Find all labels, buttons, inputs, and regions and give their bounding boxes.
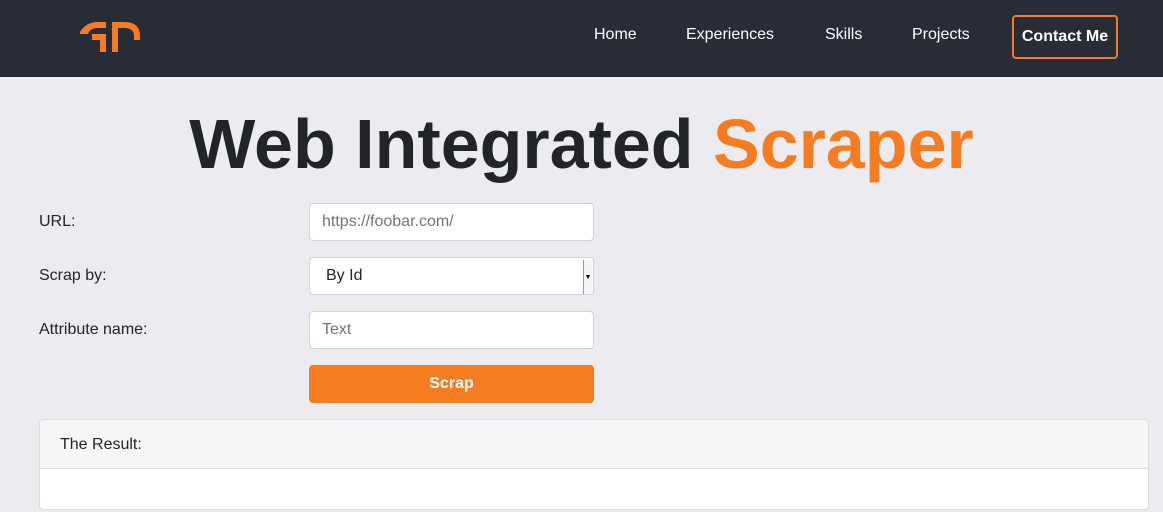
navbar: Home Experiences Skills Projects Contact… bbox=[0, 0, 1163, 77]
url-input[interactable] bbox=[309, 203, 594, 241]
nav-experiences[interactable]: Experiences bbox=[686, 25, 774, 45]
gp-logo-icon[interactable] bbox=[78, 20, 142, 54]
result-header: The Result: bbox=[40, 420, 1148, 469]
url-label: URL: bbox=[39, 213, 76, 230]
nav-home[interactable]: Home bbox=[594, 25, 637, 45]
attribute-name-input[interactable] bbox=[309, 311, 594, 349]
dropdown-arrow-icon[interactable]: ▼ bbox=[583, 260, 592, 294]
nav-skills[interactable]: Skills bbox=[825, 25, 862, 45]
attribute-name-label: Attribute name: bbox=[39, 321, 148, 338]
result-body bbox=[40, 469, 1148, 509]
scrap-by-selected-value: By Id bbox=[326, 267, 363, 284]
scrap-button[interactable]: Scrap bbox=[309, 365, 594, 403]
nav-projects[interactable]: Projects bbox=[912, 25, 970, 45]
contact-me-button[interactable]: Contact Me bbox=[1012, 15, 1118, 59]
scrap-by-select[interactable]: By Id ▼ bbox=[309, 257, 594, 295]
page-title-accent: Scraper bbox=[713, 105, 974, 183]
page-title-main: Web Integrated bbox=[189, 105, 714, 183]
result-card: The Result: bbox=[39, 419, 1149, 510]
scrap-by-label: Scrap by: bbox=[39, 267, 107, 284]
page-title: Web Integrated Scraper bbox=[0, 104, 1163, 184]
